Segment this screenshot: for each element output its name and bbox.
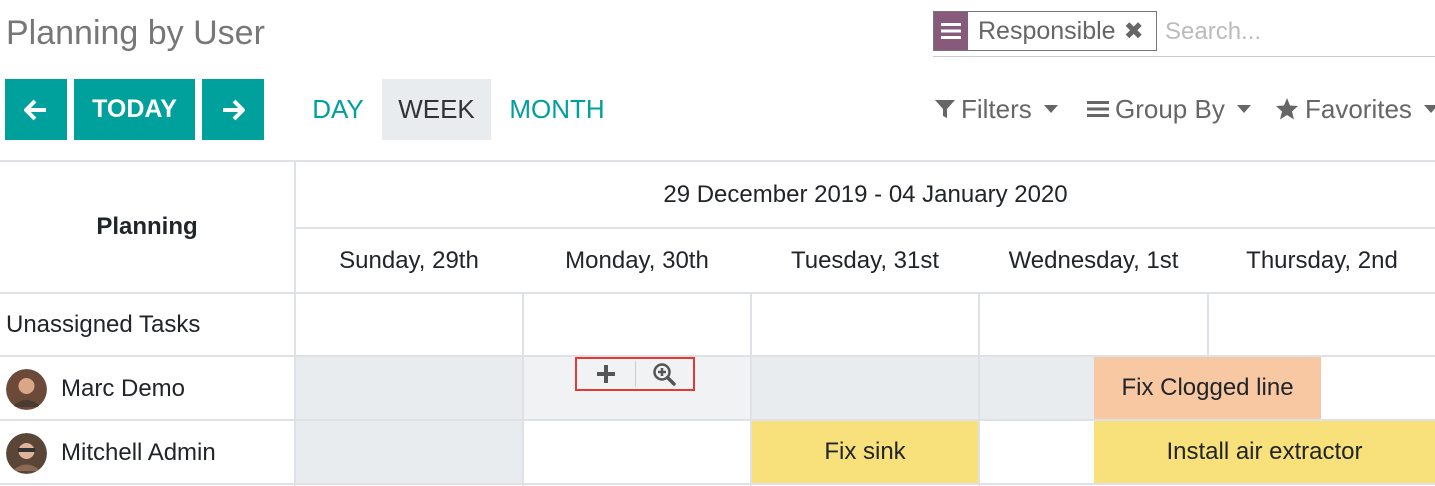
- gantt-cell[interactable]: [752, 357, 978, 419]
- gantt-cell[interactable]: [296, 421, 522, 483]
- scale-month-button[interactable]: MONTH: [498, 79, 616, 140]
- row-label: Marc Demo: [61, 375, 186, 402]
- caret-down-icon: [1043, 105, 1058, 113]
- filter-icon: [935, 100, 955, 118]
- zoom-in-icon: [653, 363, 676, 386]
- next-button[interactable]: [202, 79, 264, 140]
- gantt-cell[interactable]: [980, 357, 1094, 419]
- day-header-wednesday: Wednesday, 1st: [1008, 246, 1179, 274]
- day-header-tuesday: Tuesday, 31st: [790, 246, 940, 274]
- filters-dropdown[interactable]: Filters: [935, 92, 1058, 126]
- task-pill[interactable]: Install air extractor: [1094, 421, 1435, 483]
- plus-icon: [596, 365, 615, 383]
- favorites-dropdown[interactable]: Favorites: [1275, 92, 1435, 126]
- list-icon: [934, 12, 968, 50]
- gantt-cell[interactable]: [296, 357, 522, 419]
- caret-down-icon: [1423, 105, 1435, 113]
- planning-header: Planning: [96, 213, 198, 240]
- row-label: Unassigned Tasks: [6, 311, 201, 338]
- avatar: [6, 368, 47, 410]
- scale-week-button[interactable]: WEEK: [382, 79, 491, 140]
- day-header-sunday: Sunday, 29th: [339, 246, 479, 274]
- caret-down-icon: [1236, 105, 1251, 113]
- day-header-thursday: Thursday, 2nd: [1246, 246, 1398, 274]
- previous-button[interactable]: [5, 79, 67, 140]
- add-shift-button[interactable]: [577, 359, 635, 389]
- arrow-left-icon: [24, 99, 46, 120]
- facet-remove-icon[interactable]: ✖: [1124, 17, 1144, 46]
- star-icon: [1276, 98, 1298, 120]
- scale-day-button[interactable]: DAY: [302, 79, 374, 140]
- search-facet: Responsible ✖: [933, 11, 1157, 51]
- bars-icon: [1087, 101, 1109, 117]
- facet-label: Responsible: [978, 16, 1116, 45]
- search-bar: Responsible ✖: [933, 11, 1435, 57]
- arrow-right-icon: [223, 99, 245, 120]
- day-header-monday: Monday, 30th: [565, 246, 709, 274]
- filters-label: Filters: [961, 93, 1032, 124]
- group-by-label: Group By: [1115, 93, 1225, 124]
- task-pill[interactable]: Fix sink: [752, 421, 978, 483]
- row-mitchell-admin: Mitchell Admin: [0, 422, 294, 484]
- avatar: [6, 432, 47, 474]
- row-label: Mitchell Admin: [61, 439, 216, 466]
- row-unassigned-tasks: Unassigned Tasks: [0, 294, 294, 356]
- task-pill[interactable]: Fix Clogged line: [1094, 357, 1321, 419]
- cell-hover-actions: [575, 357, 695, 391]
- page-title: Planning by User: [6, 14, 265, 52]
- planning-gantt: Planning 29 December 2019 - 04 January 2…: [0, 160, 1435, 486]
- plan-existing-button[interactable]: [635, 359, 693, 389]
- today-button[interactable]: TODAY: [74, 79, 195, 140]
- favorites-label: Favorites: [1305, 93, 1412, 124]
- date-range-header: 29 December 2019 - 04 January 2020: [663, 180, 1068, 208]
- row-marc-demo: Marc Demo: [0, 358, 294, 420]
- search-input[interactable]: [1163, 13, 1435, 51]
- group-by-dropdown[interactable]: Group By: [1087, 92, 1251, 126]
